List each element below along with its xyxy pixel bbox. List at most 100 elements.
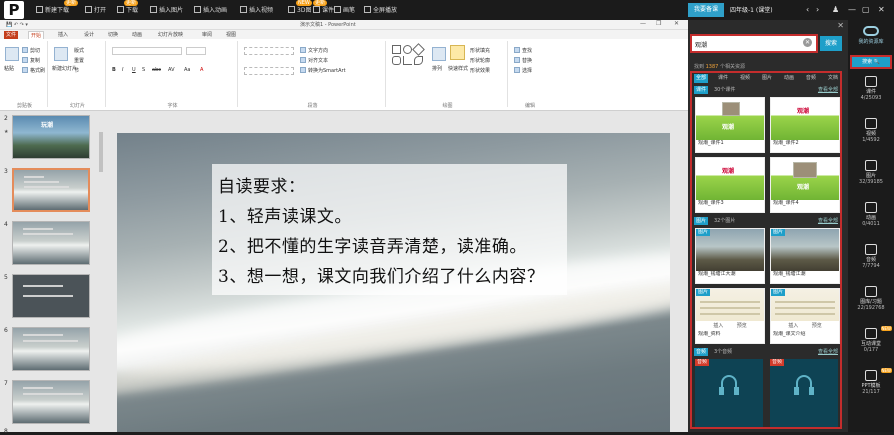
close-icon[interactable]: ✕ bbox=[837, 21, 844, 30]
view-all-link[interactable]: 查看全部 bbox=[818, 86, 838, 94]
view-all-link[interactable]: 查看全部 bbox=[818, 217, 838, 225]
clear-icon[interactable]: ✕ bbox=[803, 38, 812, 47]
quick-styles-icon[interactable] bbox=[450, 45, 465, 60]
slide-thumbnail[interactable]: 8 bbox=[2, 428, 102, 435]
cut-button[interactable]: 剪切 bbox=[22, 47, 40, 54]
sidebar-search-button[interactable]: 搜索 🔍 bbox=[850, 55, 892, 69]
slide-thumbnail[interactable]: 7 bbox=[2, 380, 102, 430]
prev-arrow-icon[interactable]: ‹ bbox=[806, 4, 809, 16]
rounded-rect-shape[interactable] bbox=[392, 56, 401, 65]
font-name-select[interactable] bbox=[112, 47, 182, 55]
format-painter-button[interactable]: 格式刷 bbox=[22, 67, 45, 74]
find-button[interactable]: 查找 bbox=[514, 47, 532, 54]
maximize-icon[interactable]: ▢ bbox=[862, 4, 870, 16]
resource-card[interactable]: 观潮 观潮_课件4 bbox=[770, 157, 840, 213]
sidebar-item-audio[interactable]: 音频 7/7794 bbox=[848, 244, 894, 286]
list-buttons[interactable] bbox=[244, 47, 294, 55]
copy-button[interactable]: 复制 bbox=[22, 57, 40, 64]
tab-home[interactable]: 开始 bbox=[28, 31, 45, 39]
filter-document[interactable]: 文档 bbox=[826, 74, 840, 83]
oval-shape[interactable] bbox=[403, 45, 412, 54]
rectangle-shape[interactable] bbox=[392, 45, 401, 54]
resource-card[interactable]: 音频 bbox=[695, 359, 765, 427]
insert-button[interactable]: 插入 bbox=[782, 321, 804, 331]
sidebar-item-interactive[interactable]: NEW 互动课堂 0/177 bbox=[848, 326, 894, 370]
sidebar-item-video[interactable]: 视频 1/4592 bbox=[848, 118, 894, 160]
quick-styles-button[interactable]: 快速样式 bbox=[448, 65, 468, 72]
tab-slideshow[interactable]: 幻灯片放映 bbox=[158, 31, 183, 39]
sidebar-item-courseware[interactable]: 课件 4/25093 bbox=[848, 76, 894, 118]
resource-card[interactable]: 图片 观潮_钱塘江潮 bbox=[770, 228, 840, 284]
resource-card[interactable]: 图片 插入 预览 观潮_课文介绍 bbox=[770, 288, 840, 344]
search-button[interactable]: 搜索 bbox=[820, 36, 842, 51]
diamond-shape[interactable] bbox=[412, 43, 425, 56]
my-library-button[interactable]: 我的资源库 bbox=[850, 22, 892, 52]
bold-button[interactable]: B bbox=[112, 67, 116, 73]
preview-button[interactable]: 预览 bbox=[806, 321, 828, 331]
close-icon[interactable]: ✕ bbox=[878, 4, 885, 16]
line-shape[interactable] bbox=[403, 56, 412, 65]
align-text-button[interactable]: 对齐文本 bbox=[300, 57, 328, 64]
slide-thumbnail[interactable]: 3 bbox=[2, 168, 102, 218]
paste-button[interactable]: 粘贴 bbox=[4, 65, 14, 72]
courseware-button[interactable]: 课件 bbox=[313, 5, 334, 16]
font-size-select[interactable] bbox=[186, 47, 206, 55]
ppt-restore-icon[interactable]: ❐ bbox=[656, 20, 661, 27]
user-icon[interactable]: ♟ bbox=[832, 4, 839, 16]
arrange-button[interactable]: 排列 bbox=[432, 65, 442, 72]
slide-thumbnail[interactable]: 2 ★ 玩潮 bbox=[2, 115, 102, 165]
tab-view[interactable]: 视图 bbox=[226, 31, 236, 39]
current-slide[interactable]: 自读要求： 1、轻声读课文。 2、把不懂的生字读音弄清楚，读准确。 3、想一想，… bbox=[117, 133, 670, 432]
resource-card[interactable]: 观潮 观潮_课件1 bbox=[695, 97, 765, 153]
select-button[interactable]: 选择 bbox=[514, 67, 532, 74]
sidebar-item-exercises[interactable]: 图库/习题 22/192768 bbox=[848, 286, 894, 328]
resource-card[interactable]: 观潮 观潮_课件3 bbox=[695, 157, 765, 213]
font-color-button[interactable]: A bbox=[200, 67, 203, 73]
next-arrow-icon[interactable]: › bbox=[816, 4, 819, 16]
paste-icon[interactable] bbox=[5, 47, 19, 61]
filter-all[interactable]: 全部 bbox=[694, 74, 709, 83]
slide-thumbnail[interactable]: 4 bbox=[2, 221, 102, 271]
minimize-icon[interactable]: — bbox=[848, 4, 856, 16]
italic-button[interactable]: I bbox=[122, 67, 123, 73]
ppt-close-icon[interactable]: ✕ bbox=[674, 20, 679, 27]
slide-thumbnail[interactable]: 5 bbox=[2, 274, 102, 324]
underline-button[interactable]: U bbox=[132, 67, 136, 73]
sidebar-item-image[interactable]: 图片 32/39185 bbox=[848, 160, 894, 202]
tab-design[interactable]: 设计 bbox=[84, 31, 94, 39]
insert-animation-button[interactable]: 插入动画 bbox=[194, 5, 227, 16]
filter-audio[interactable]: 音频 bbox=[804, 74, 818, 83]
shape-outline-button[interactable]: 形状轮廓 bbox=[470, 57, 490, 64]
pen-button[interactable]: 画笔 bbox=[334, 5, 355, 16]
reset-button[interactable]: 重置 bbox=[74, 57, 84, 64]
3d-button[interactable]: 3D图 bbox=[288, 5, 311, 16]
change-case-button[interactable]: Aa bbox=[184, 67, 190, 73]
tab-insert[interactable]: 插入 bbox=[58, 31, 68, 39]
ppt-minimize-icon[interactable]: — bbox=[640, 20, 646, 27]
insert-video-button[interactable]: 插入视频 bbox=[240, 5, 273, 16]
thumbnail-scrollbar[interactable] bbox=[98, 112, 104, 432]
arrange-icon[interactable] bbox=[432, 47, 446, 61]
section-button[interactable]: 节 bbox=[74, 67, 79, 74]
align-buttons[interactable] bbox=[244, 67, 294, 75]
insert-button[interactable]: 插入 bbox=[707, 321, 729, 331]
resource-card[interactable]: 观潮 观潮_课件2 bbox=[770, 97, 840, 153]
tab-file[interactable]: 文件 bbox=[4, 31, 19, 39]
new-slide-icon[interactable] bbox=[54, 47, 68, 61]
resource-card[interactable]: 图片 插入 预览 观潮_资料 bbox=[695, 288, 765, 344]
fullscreen-play-button[interactable]: 全屏播放 bbox=[364, 5, 397, 16]
search-input[interactable] bbox=[695, 39, 795, 49]
slide-textbox[interactable]: 自读要求： 1、轻声读课文。 2、把不懂的生字读音弄清楚，读准确。 3、想一想，… bbox=[212, 164, 567, 295]
filter-courseware[interactable]: 课件 bbox=[716, 74, 730, 83]
filter-video[interactable]: 视频 bbox=[738, 74, 752, 83]
smartart-button[interactable]: 转换为SmartArt bbox=[300, 67, 346, 74]
grade-selector[interactable]: 四年级-1 (课堂) bbox=[730, 5, 773, 16]
sidebar-item-animation[interactable]: 动画 0/4011 bbox=[848, 202, 894, 244]
preview-button[interactable]: 预览 bbox=[731, 321, 753, 331]
tab-review[interactable]: 审阅 bbox=[202, 31, 212, 39]
view-all-link[interactable]: 查看全部 bbox=[818, 348, 838, 356]
scroll-thumb[interactable] bbox=[99, 132, 103, 172]
slide-thumbnail[interactable]: 6 bbox=[2, 327, 102, 377]
insert-image-button[interactable]: 插入图片 bbox=[150, 5, 183, 16]
sidebar-item-ppt-template[interactable]: NEW PPT模板 21/117 bbox=[848, 368, 894, 412]
